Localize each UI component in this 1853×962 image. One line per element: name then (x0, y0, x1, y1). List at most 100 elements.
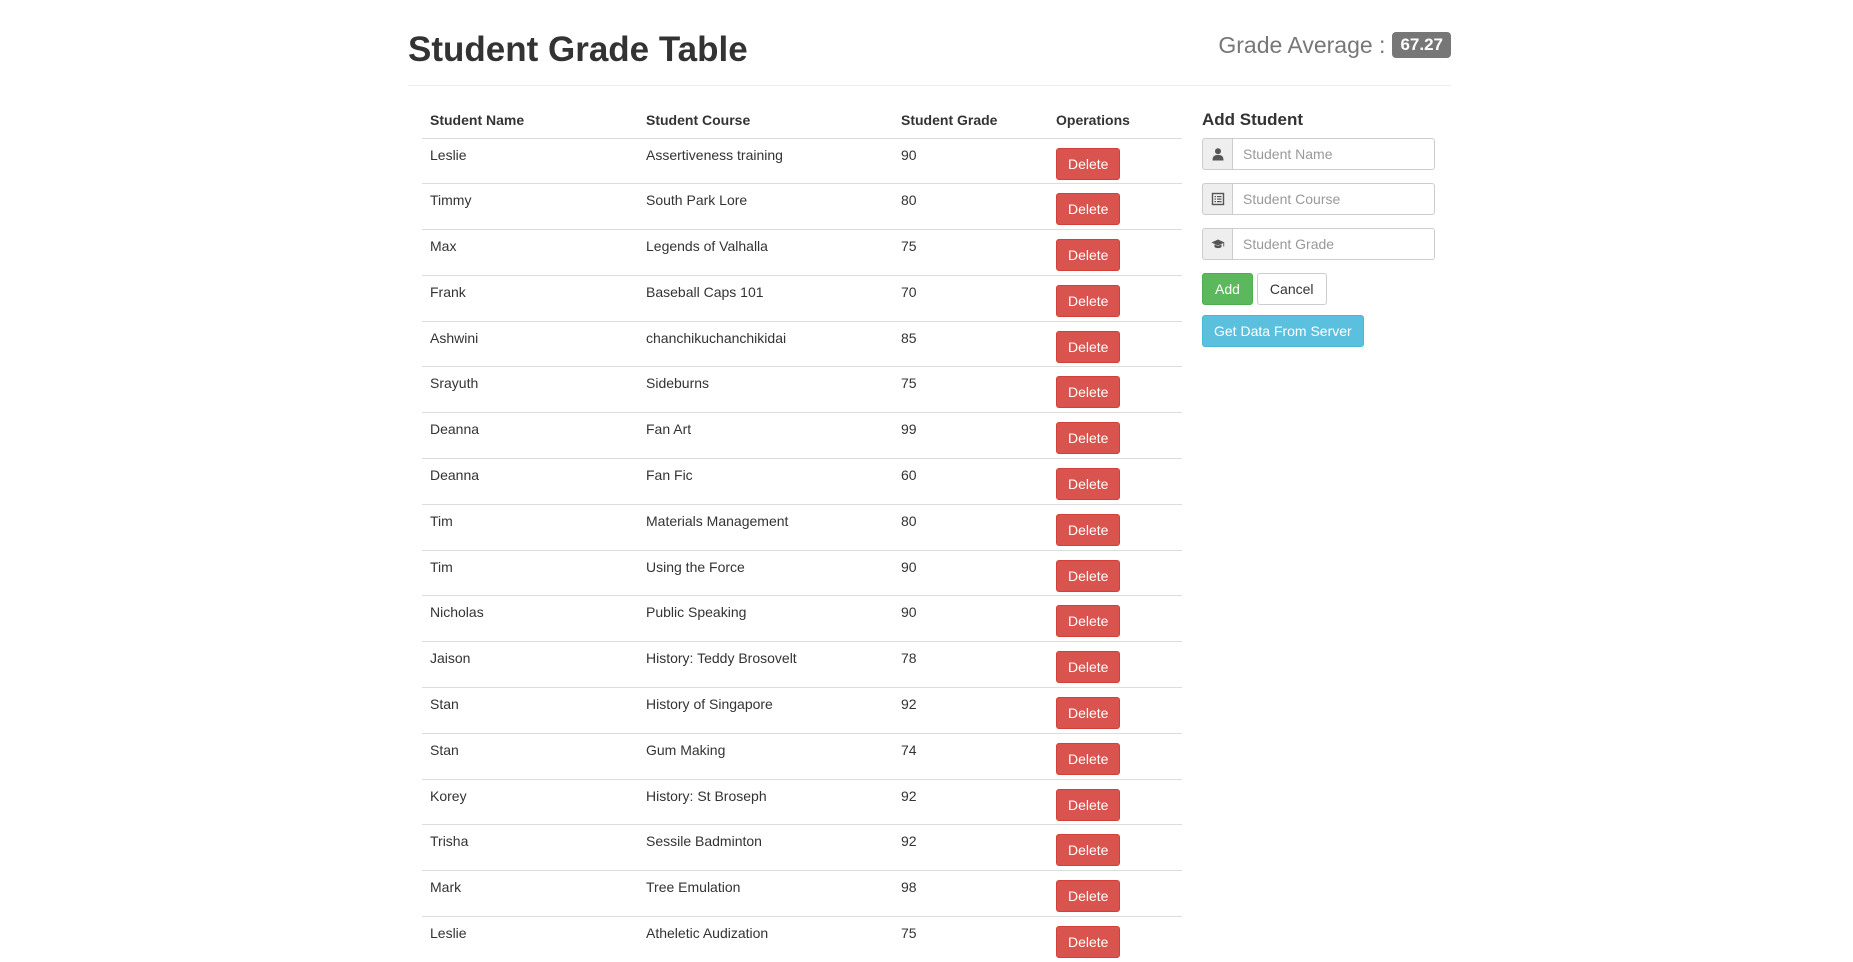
operations-cell: Delete (1048, 183, 1182, 230)
student-name-cell: Stan (422, 687, 638, 734)
student-name-cell: Deanna (422, 412, 638, 459)
delete-button[interactable]: Delete (1056, 513, 1121, 546)
table-row: Max Legends of Valhalla 75 Delete (422, 229, 1182, 276)
table-row: Leslie Assertiveness training 90 Delete (422, 137, 1182, 184)
student-grade-input[interactable] (1232, 228, 1435, 260)
student-name-cell: Max (422, 229, 638, 276)
student-grade-cell: 92 (893, 824, 1048, 871)
student-course-cell: Sideburns (638, 366, 893, 413)
operations-cell: Delete (1048, 595, 1182, 642)
delete-button[interactable]: Delete (1056, 605, 1121, 638)
delete-button[interactable]: Delete (1056, 147, 1121, 180)
table-row: Leslie Atheletic Audization 75 Delete (422, 916, 1182, 962)
delete-button[interactable]: Delete (1056, 651, 1121, 684)
student-name-cell: Deanna (422, 458, 638, 505)
student-course-cell: Sessile Badminton (638, 824, 893, 871)
operations-cell: Delete (1048, 916, 1182, 962)
table-row: Frank Baseball Caps 101 70 Delete (422, 274, 1182, 322)
student-name-cell: Stan (422, 732, 638, 780)
delete-button[interactable]: Delete (1056, 284, 1121, 317)
student-course-cell: Atheletic Audization (638, 916, 893, 962)
delete-button[interactable]: Delete (1056, 330, 1121, 363)
delete-button[interactable]: Delete (1056, 376, 1121, 409)
table-header-row: Student Name Student Course Student Grad… (422, 104, 1182, 138)
user-icon (1202, 138, 1232, 170)
student-name-cell: Trisha (422, 824, 638, 871)
column-header-course: Student Course (646, 112, 751, 128)
student-grade-cell: 90 (893, 137, 1048, 184)
table-row: Stan History of Singapore 92 Delete (422, 687, 1182, 734)
operations-cell: Delete (1048, 778, 1182, 825)
student-course-cell: Gum Making (638, 732, 893, 780)
student-course-cell: Materials Management (638, 503, 893, 551)
table-row: Nicholas Public Speaking 90 Delete (422, 595, 1182, 642)
get-data-from-server-button[interactable]: Get Data From Server (1202, 315, 1364, 347)
student-course-cell: Tree Emulation (638, 870, 893, 917)
student-name-cell: Ashwini (422, 320, 638, 367)
student-grade-cell: 92 (893, 687, 1048, 734)
operations-cell: Delete (1048, 274, 1182, 322)
student-name-cell: Timmy (422, 183, 638, 230)
page-container: Student Grade Table Grade Average : 67.2… (408, 0, 1451, 962)
delete-button[interactable]: Delete (1056, 742, 1121, 775)
add-student-title: Add Student (1202, 110, 1304, 129)
operations-cell: Delete (1048, 687, 1182, 734)
delete-button[interactable]: Delete (1056, 193, 1121, 226)
list-alt-icon (1202, 183, 1232, 215)
student-grade-cell: 78 (893, 641, 1048, 688)
student-course-cell: South Park Lore (638, 183, 893, 230)
delete-button[interactable]: Delete (1056, 697, 1121, 730)
student-grade-cell: 75 (893, 916, 1048, 962)
student-grade-cell: 99 (893, 412, 1048, 459)
delete-button[interactable]: Delete (1056, 834, 1121, 867)
operations-cell: Delete (1048, 870, 1182, 917)
student-grade-cell: 75 (893, 366, 1048, 413)
student-name-input[interactable] (1232, 138, 1435, 170)
student-grade-cell: 85 (893, 320, 1048, 367)
student-grade-cell: 70 (893, 274, 1048, 322)
cancel-button[interactable]: Cancel (1256, 273, 1327, 305)
student-course-input[interactable] (1232, 183, 1435, 215)
table-row: Deanna Fan Art 99 Delete (422, 412, 1182, 459)
delete-button[interactable]: Delete (1056, 559, 1121, 592)
student-grade-group (1202, 228, 1435, 260)
add-button[interactable]: Add (1202, 273, 1253, 305)
student-course-cell: History of Singapore (638, 687, 893, 734)
delete-button[interactable]: Delete (1056, 468, 1121, 501)
student-name-cell: Jaison (422, 641, 638, 688)
student-grade-cell: 60 (893, 458, 1048, 505)
student-course-cell: History: Teddy Brosovelt (638, 641, 893, 688)
operations-cell: Delete (1048, 458, 1182, 505)
student-name-cell: Tim (422, 503, 638, 551)
delete-button[interactable]: Delete (1056, 422, 1121, 455)
student-name-cell: Leslie (422, 916, 638, 962)
table-row: Deanna Fan Fic 60 Delete (422, 458, 1182, 505)
student-name-cell: Leslie (422, 137, 638, 184)
column-header-operations: Operations (1056, 112, 1130, 128)
student-grade-cell: 92 (893, 778, 1048, 825)
grade-average-label: Grade Average : (1218, 32, 1386, 58)
education-icon (1202, 228, 1232, 260)
delete-button[interactable]: Delete (1056, 788, 1121, 821)
student-grade-cell: 80 (893, 503, 1048, 551)
page-header: Student Grade Table Grade Average : 67.2… (408, 0, 1451, 86)
table-row: Jaison History: Teddy Brosovelt 78 Delete (422, 641, 1182, 688)
column-header-name: Student Name (430, 112, 525, 128)
student-grade-cell: 74 (893, 732, 1048, 780)
student-grade-cell: 75 (893, 229, 1048, 276)
student-grade-cell: 98 (893, 870, 1048, 917)
student-name-cell: Mark (422, 870, 638, 917)
table-row: Tim Materials Management 80 Delete (422, 503, 1182, 551)
student-course-cell: History: St Broseph (638, 778, 893, 825)
operations-cell: Delete (1048, 229, 1182, 276)
table-row: Stan Gum Making 74 Delete (422, 732, 1182, 780)
table-row: Tim Using the Force 90 Delete (422, 549, 1182, 596)
delete-button[interactable]: Delete (1056, 880, 1121, 913)
delete-button[interactable]: Delete (1056, 926, 1121, 959)
student-grade-cell: 90 (893, 549, 1048, 596)
table-row: Timmy South Park Lore 80 Delete (422, 183, 1182, 230)
student-course-cell: Assertiveness training (638, 137, 893, 184)
delete-button[interactable]: Delete (1056, 239, 1121, 272)
student-name-cell: Tim (422, 549, 638, 596)
table-row: Korey History: St Broseph 92 Delete (422, 778, 1182, 825)
